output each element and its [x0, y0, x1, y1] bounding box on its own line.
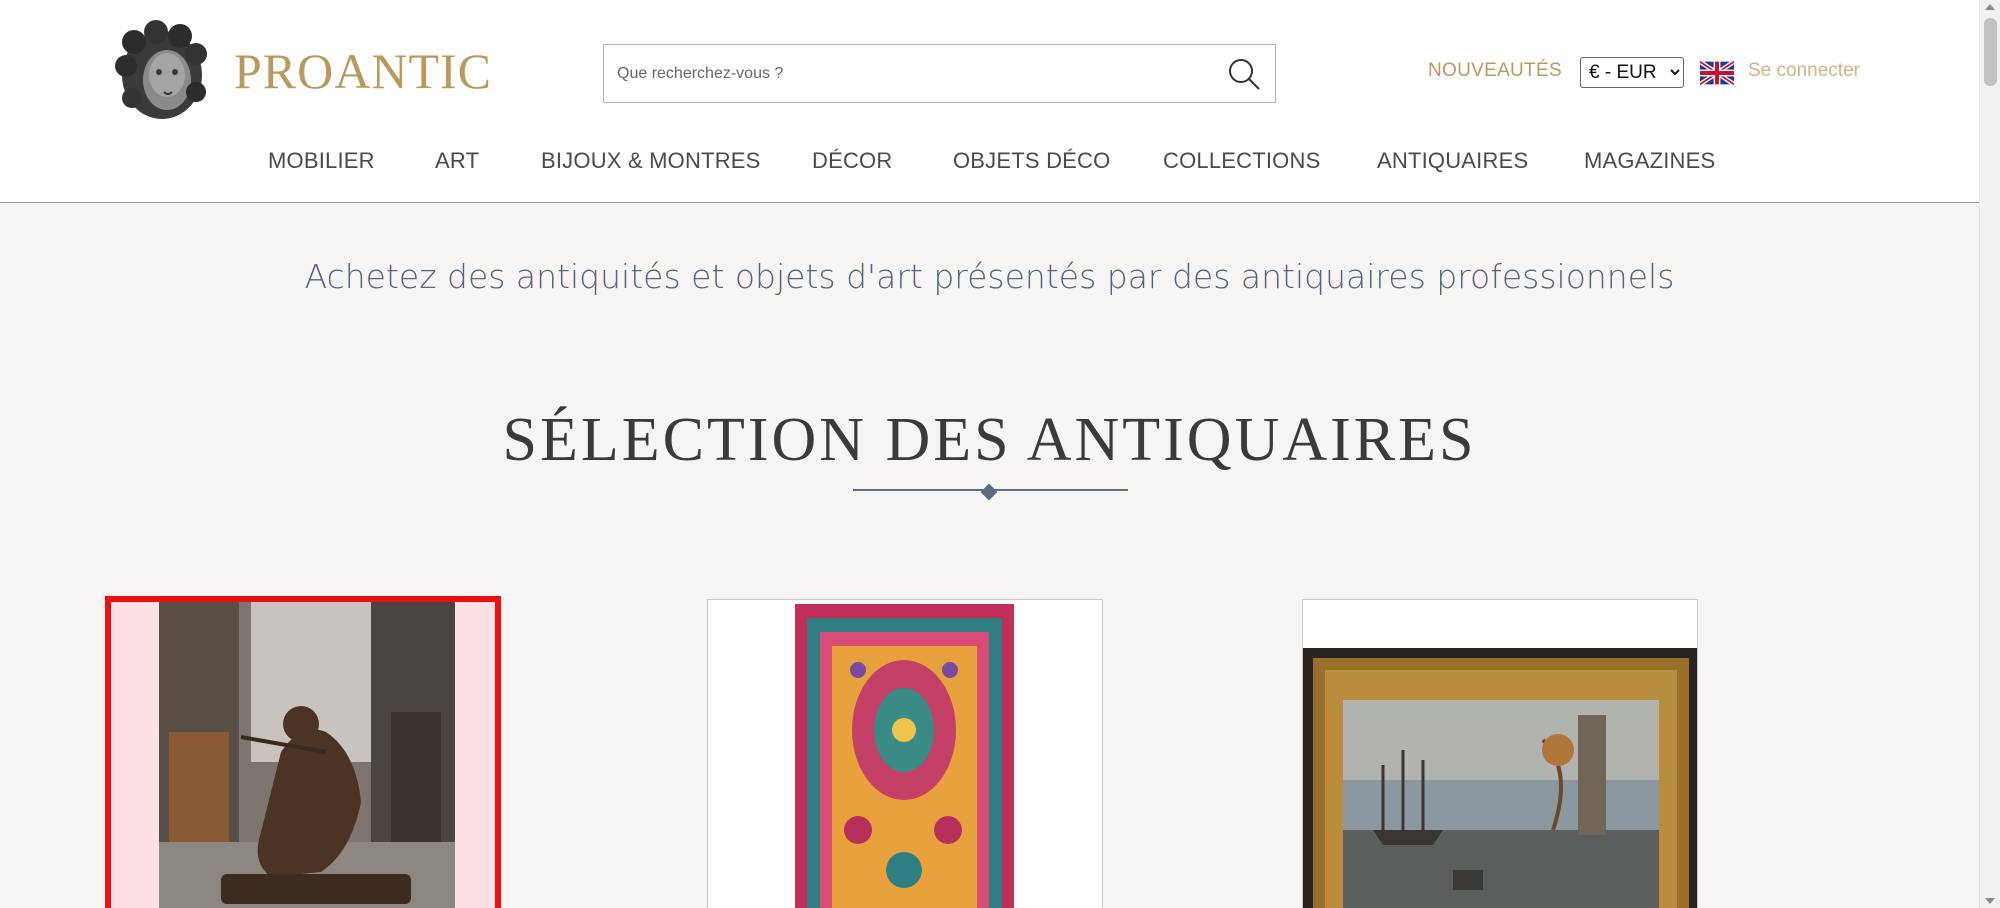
login-link[interactable]: Se connecter: [1748, 60, 1860, 82]
nav-item-art[interactable]: ART: [435, 148, 479, 174]
product-card-painting[interactable]: [1302, 599, 1698, 908]
search-button[interactable]: [1213, 45, 1275, 102]
scroll-up-icon[interactable]: [1985, 4, 1995, 10]
nav-item-antiquaires[interactable]: ANTIQUAIRES: [1377, 148, 1528, 174]
page-scrollbar[interactable]: [1979, 0, 2000, 908]
page-tagline: Achetez des antiquités et objets d'art p…: [304, 257, 1675, 296]
nav-item-decor[interactable]: DÉCOR: [812, 148, 892, 174]
marine-painting-image: [1303, 600, 1697, 908]
search-input[interactable]: [604, 45, 1213, 102]
scroll-thumb[interactable]: [1984, 18, 1997, 86]
uk-flag-icon[interactable]: [1700, 61, 1734, 85]
main-nav: MOBILIER ART BIJOUX & MONTRES DÉCOR OBJE…: [0, 148, 1979, 178]
search-icon: [1229, 58, 1260, 90]
persian-rug-image: [708, 600, 1102, 908]
search-box: [603, 44, 1276, 103]
title-divider-ornament: [980, 483, 998, 501]
brand-logo[interactable]: PROANTIC: [112, 20, 492, 122]
product-card-sculpture[interactable]: [105, 596, 501, 908]
section-title: SÉLECTION DES ANTIQUAIRES: [502, 406, 1477, 474]
logo-head-icon: [115, 20, 207, 119]
product-card-rug[interactable]: [707, 599, 1103, 908]
scroll-down-icon[interactable]: [1985, 898, 1995, 904]
new-arrivals-link[interactable]: NOUVEAUTÉS: [1428, 60, 1562, 82]
bronze-sculpture-image: [111, 602, 495, 908]
nav-item-objets-deco[interactable]: OBJETS DÉCO: [953, 148, 1110, 174]
nav-item-magazines[interactable]: MAGAZINES: [1584, 148, 1715, 174]
nav-item-bijoux-montres[interactable]: BIJOUX & MONTRES: [541, 148, 761, 174]
nav-item-mobilier[interactable]: MOBILIER: [268, 148, 375, 174]
brand-name: PROANTIC: [234, 43, 493, 99]
currency-select[interactable]: € - EUR: [1580, 57, 1684, 88]
site-header: PROANTIC NOUVEAUTÉS € - EUR Se connecter…: [0, 0, 1979, 203]
nav-item-collections[interactable]: COLLECTIONS: [1163, 148, 1320, 174]
